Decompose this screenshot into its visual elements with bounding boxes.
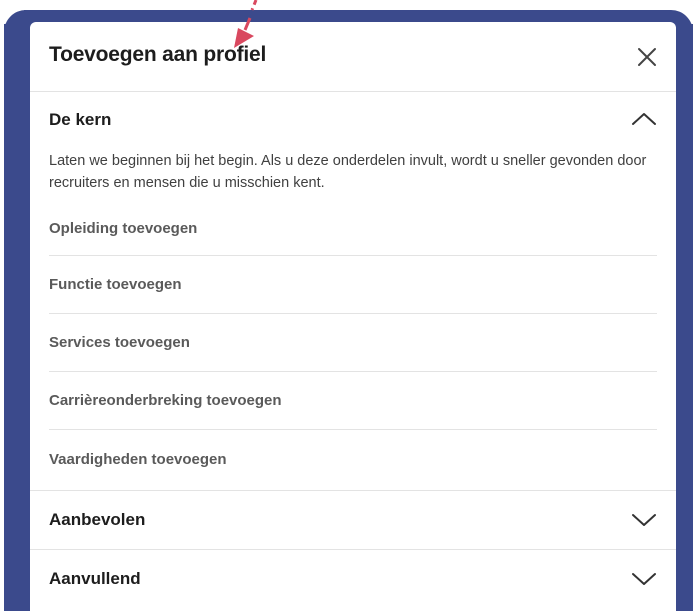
- add-education-item[interactable]: Opleiding toevoegen: [49, 198, 657, 256]
- close-button[interactable]: [634, 44, 660, 70]
- section-core-items: Opleiding toevoegen Functie toevoegen Se…: [49, 198, 657, 488]
- add-career-break-item[interactable]: Carrièreonderbreking toevoegen: [49, 372, 657, 430]
- chevron-up-icon: [632, 113, 656, 125]
- section-recommended-header[interactable]: Aanbevolen: [30, 491, 676, 549]
- add-to-profile-modal: Toevoegen aan profiel De kern Laten we b…: [30, 22, 676, 611]
- annotation-arrow-icon: [234, 0, 258, 48]
- frame-corner-right: [653, 0, 693, 50]
- close-icon: [638, 48, 656, 66]
- add-position-item[interactable]: Functie toevoegen: [49, 256, 657, 314]
- section-core-header[interactable]: De kern: [30, 91, 676, 149]
- add-services-item[interactable]: Services toevoegen: [49, 314, 657, 372]
- section-recommended-label: Aanbevolen: [49, 510, 146, 529]
- top-white-band: [0, 0, 693, 10]
- modal-header: Toevoegen aan profiel: [30, 22, 676, 92]
- chevron-down-icon: [632, 573, 656, 585]
- left-white-band: [0, 10, 4, 611]
- chevron-down-icon: [632, 514, 656, 526]
- add-skills-item[interactable]: Vaardigheden toevoegen: [49, 430, 657, 488]
- section-additional-header[interactable]: Aanvullend: [30, 550, 676, 608]
- section-additional-label: Aanvullend: [49, 569, 141, 588]
- section-core-label: De kern: [49, 110, 112, 129]
- section-core-description: Laten we beginnen bij het begin. Als u d…: [49, 153, 647, 191]
